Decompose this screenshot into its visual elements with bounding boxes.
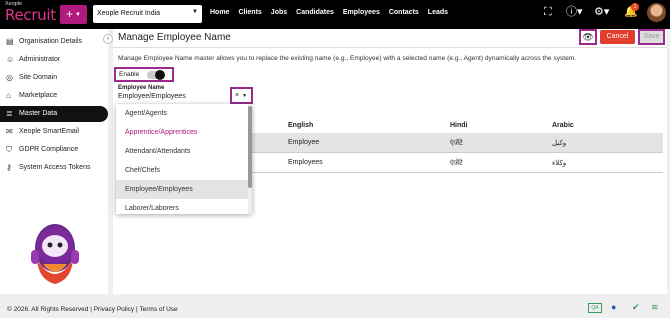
sidebar-item-master-data[interactable]: ≣ Master Data (0, 106, 108, 122)
sidebar-item-label: Organisation Details (19, 38, 83, 45)
column-header-english: English (288, 122, 314, 129)
dropdown-option-selected[interactable]: Employee/Employees (116, 180, 252, 199)
column-header-hindi: Hindi (450, 122, 468, 129)
app-logo[interactable]: Xeople Recruit (5, 1, 56, 24)
privacy-policy-link[interactable]: Privacy Policy (94, 306, 134, 313)
enable-label: Enable (119, 71, 140, 78)
database-icon: ≣ (6, 109, 13, 118)
cell-arabic: وكلاء (552, 160, 567, 167)
footer: © 2026. All Rights Reserved | Privacy Po… (0, 298, 670, 318)
dropdown-scrollbar[interactable] (248, 104, 252, 214)
toggle-knob (155, 70, 165, 80)
collapse-sidebar-button[interactable]: ‹ (103, 34, 113, 44)
sidebar-item-label: GDPR Compliance (19, 146, 79, 153)
sidebar-item-label: Xeople SmartEmail (19, 128, 79, 135)
dropdown-option[interactable]: Chef/Chefs (116, 161, 252, 180)
wifi-icon: ≋ (651, 302, 659, 312)
page-description: Manage Employee Name master allows you t… (118, 55, 577, 62)
notification-badge: 1 (631, 3, 639, 11)
enable-toggle-row: Enable (114, 67, 174, 82)
sidebar-item-label: Site Domain (19, 74, 58, 81)
sidebar-item-organisation-details[interactable]: ▤ Organisation Details (0, 34, 108, 50)
sidebar-item-smartemail[interactable]: ✉ Xeople SmartEmail (0, 124, 108, 140)
copyright-text: © 2026. All Rights Reserved (7, 306, 89, 313)
sidebar-item-administrator[interactable]: ☺ Administrator (0, 52, 108, 68)
nav-employees[interactable]: Employees (343, 9, 380, 16)
main-nav: Home Clients Jobs Candidates Employees C… (210, 9, 448, 16)
cancel-button[interactable]: Cancel (600, 30, 635, 44)
employee-name-label: Employee Name (118, 85, 165, 91)
cell-english: Employee (288, 139, 320, 146)
nav-clients[interactable]: Clients (238, 9, 261, 16)
dropdown-option[interactable]: Attendant/Attendants (116, 142, 252, 161)
quick-add-button[interactable]: + ▼ (60, 5, 87, 24)
chevron-left-icon: ‹ (107, 36, 109, 42)
dropdown-option[interactable]: Agent/Agents (116, 104, 252, 123)
company-select[interactable]: Xeople Recruit India ▼ (93, 5, 202, 23)
nav-candidates[interactable]: Candidates (296, 9, 334, 16)
gear-icon[interactable]: ⚙▾ (594, 7, 609, 18)
cell-english: Employees (288, 159, 323, 166)
sidebar-item-gdpr[interactable]: ⛉ GDPR Compliance (0, 142, 108, 158)
caret-down-icon: ▼ (192, 9, 198, 15)
help-icon[interactable]: ⓘ▾ (566, 7, 583, 18)
email-icon: ✉ (6, 127, 13, 136)
sidebar-item-marketplace[interactable]: ⌂ Marketplace (0, 88, 108, 104)
plus-icon: + (66, 7, 74, 21)
building-icon: ▤ (6, 37, 14, 46)
nav-leads[interactable]: Leads (428, 9, 448, 16)
nav-contacts[interactable]: Contacts (389, 9, 419, 16)
dropdown-option[interactable]: Apprentice/Apprentices (116, 123, 252, 142)
divider (113, 47, 667, 48)
check-circle-icon[interactable]: ✔ (632, 303, 640, 312)
top-navbar: Xeople Recruit + ▼ Xeople Recruit India ▼… (0, 0, 670, 29)
brand-name: Recruit (5, 5, 56, 24)
select-controls[interactable]: × ▼ (230, 87, 253, 104)
cell-hindi: एंजेंटे (450, 140, 463, 147)
fullscreen-icon[interactable]: ⛶ (544, 7, 552, 18)
clear-icon[interactable]: × (235, 92, 239, 99)
dropdown-option[interactable]: Laborer/Laborers (116, 199, 252, 214)
preview-button[interactable]: 👁 (579, 29, 597, 45)
save-button[interactable]: Save (638, 29, 665, 45)
sidebar-item-site-domain[interactable]: ◎ Site Domain (0, 70, 108, 86)
caret-down-icon[interactable]: ▼ (242, 93, 247, 99)
employee-name-dropdown: Agent/Agents Apprentice/Apprentices Atte… (116, 104, 252, 214)
mascot-illustration (31, 224, 79, 284)
sidebar-item-label: Administrator (19, 56, 61, 63)
page-title: Manage Employee Name (118, 32, 231, 43)
nav-jobs[interactable]: Jobs (271, 9, 287, 16)
caret-down-icon: ▼ (75, 11, 81, 18)
enable-toggle[interactable] (147, 70, 165, 80)
cell-arabic: وكيل (552, 140, 567, 147)
terms-of-use-link[interactable]: Terms of Use (139, 306, 177, 313)
sidebar-item-label: Marketplace (19, 92, 58, 99)
eye-icon: 👁 (582, 32, 594, 42)
env-badge: QA (588, 303, 602, 313)
store-icon: ⌂ (6, 91, 11, 100)
shield-icon: ⛉ (6, 145, 12, 154)
column-header-arabic: Arabic (552, 122, 574, 129)
company-select-value: Xeople Recruit India (97, 10, 161, 17)
sidebar-item-label: System Access Tokens (19, 164, 91, 171)
sidebar-item-access-tokens[interactable]: ⚷ System Access Tokens (0, 160, 108, 176)
user-icon: ☺ (6, 55, 15, 64)
key-icon: ⚷ (6, 163, 12, 172)
user-circle-icon[interactable]: ● (611, 303, 616, 312)
globe-icon: ◎ (6, 73, 13, 82)
cell-hindi: एंजेंटे (450, 160, 463, 167)
scrollbar-thumb[interactable] (248, 106, 252, 188)
sidebar-item-label: Master Data (19, 110, 58, 117)
nav-home[interactable]: Home (210, 9, 229, 16)
avatar[interactable] (647, 3, 666, 22)
